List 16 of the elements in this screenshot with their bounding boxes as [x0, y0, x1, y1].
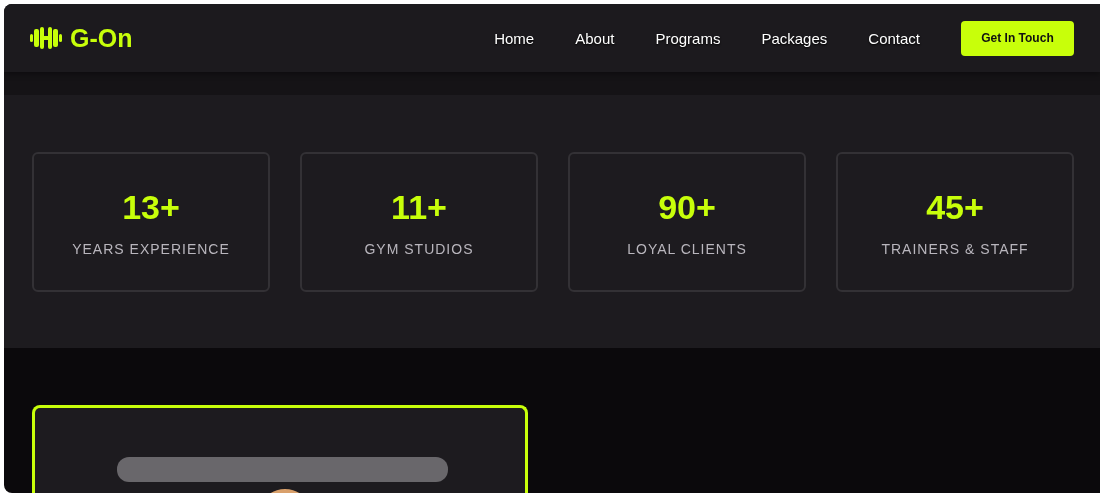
dumbbell-icon [30, 27, 62, 49]
nav-link[interactable]: About [575, 29, 615, 47]
stat-label: LOYAL CLIENTS [627, 240, 747, 257]
nav-link[interactable]: Home [494, 29, 535, 47]
nav-link[interactable]: Packages [761, 29, 828, 47]
brand-logo[interactable]: G-On [70, 23, 133, 53]
stat-value: 11+ [391, 187, 447, 227]
stat-label: YEARS EXPERIENCE [72, 240, 230, 257]
nav-link[interactable]: Programs [655, 29, 721, 47]
stat-value: 13+ [122, 187, 180, 227]
stat-value: 45+ [926, 187, 984, 227]
stat-label: TRAINERS & STAFF [881, 240, 1029, 257]
nav-link[interactable]: Contact [868, 29, 920, 47]
get-in-touch-button[interactable]: Get In Touch [961, 20, 1074, 56]
stat-label: GYM STUDIOS [364, 240, 474, 257]
stat-value: 90+ [658, 187, 716, 227]
